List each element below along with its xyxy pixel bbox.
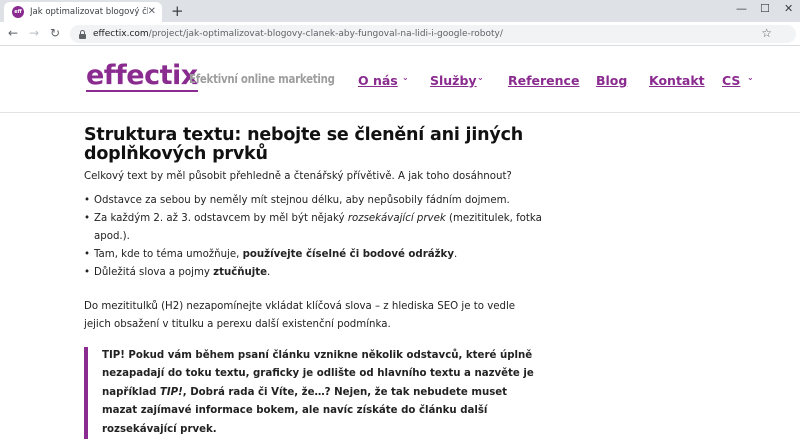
- tip-text: TIP! Pokud vám během psaní článku vznikn…: [102, 350, 534, 435]
- maximize-icon[interactable]: ☐: [760, 2, 770, 16]
- browser-tab-strip: eff Jak optimalizovat blogový článek ✕ +…: [0, 0, 800, 22]
- seo-paragraph: Do mezititulků (H2) nezapomínejte vkláda…: [84, 301, 516, 330]
- nav-item-blog[interactable]: Blog: [596, 73, 627, 88]
- bullet-list: Odstavce za sebou by neměly mít stejnou …: [84, 192, 544, 282]
- chevron-down-icon[interactable]: ⌄: [402, 73, 409, 82]
- lock-icon: [78, 29, 87, 39]
- nav-item-o-nas[interactable]: O nás: [358, 73, 398, 88]
- list-item: Tam, kde to téma umožňuje, používejte čí…: [84, 246, 544, 264]
- site-favicon-icon: eff: [12, 6, 24, 18]
- site-header: effectix Efektivní online marketing O ná…: [0, 47, 800, 113]
- window-close-icon[interactable]: ✕: [784, 2, 793, 16]
- language-switcher[interactable]: CS: [722, 73, 740, 88]
- list-item: Za každým 2. až 3. odstavcem by měl být …: [84, 210, 544, 246]
- tab-close-icon[interactable]: ✕: [148, 7, 156, 17]
- address-url: effectix.com/project/jak-optimalizovat-b…: [93, 29, 503, 39]
- reload-icon[interactable]: ↻: [50, 26, 60, 40]
- list-item: Odstavce za sebou by neměly mít stejnou …: [84, 192, 544, 210]
- nav-item-reference[interactable]: Reference: [508, 73, 579, 88]
- minimize-icon[interactable]: —: [736, 2, 747, 16]
- list-item: Důležitá slova a pojmy ztučňujte.: [84, 264, 544, 282]
- back-icon[interactable]: ←: [8, 26, 18, 40]
- intro-paragraph: Celkový text by měl působit přehledně a …: [84, 171, 512, 182]
- address-bar[interactable]: effectix.com/project/jak-optimalizovat-b…: [70, 25, 796, 43]
- browser-toolbar: ← → ↻ effectix.com/project/jak-optimaliz…: [0, 22, 800, 46]
- bookmark-star-icon[interactable]: ☆: [761, 26, 772, 40]
- article-content: Struktura textu: nebojte se členění ani …: [84, 126, 544, 334]
- browser-tab[interactable]: eff Jak optimalizovat blogový článek ✕: [4, 2, 162, 22]
- nav-item-kontakt[interactable]: Kontakt: [649, 73, 705, 88]
- tip-box: TIP! Pokud vám během psaní článku vznikn…: [84, 347, 536, 440]
- nav-item-sluzby[interactable]: Služby: [430, 73, 477, 88]
- site-tagline: Efektivní online marketing: [189, 72, 335, 86]
- site-logo[interactable]: effectix: [86, 62, 198, 92]
- chevron-down-icon[interactable]: ⌄: [747, 73, 754, 82]
- chevron-down-icon[interactable]: ⌄: [477, 73, 484, 82]
- new-tab-icon[interactable]: +: [171, 3, 184, 19]
- tab-title: Jak optimalizovat blogový článek: [30, 7, 148, 17]
- forward-icon[interactable]: →: [29, 26, 39, 40]
- section-heading: Struktura textu: nebojte se členění ani …: [84, 125, 524, 164]
